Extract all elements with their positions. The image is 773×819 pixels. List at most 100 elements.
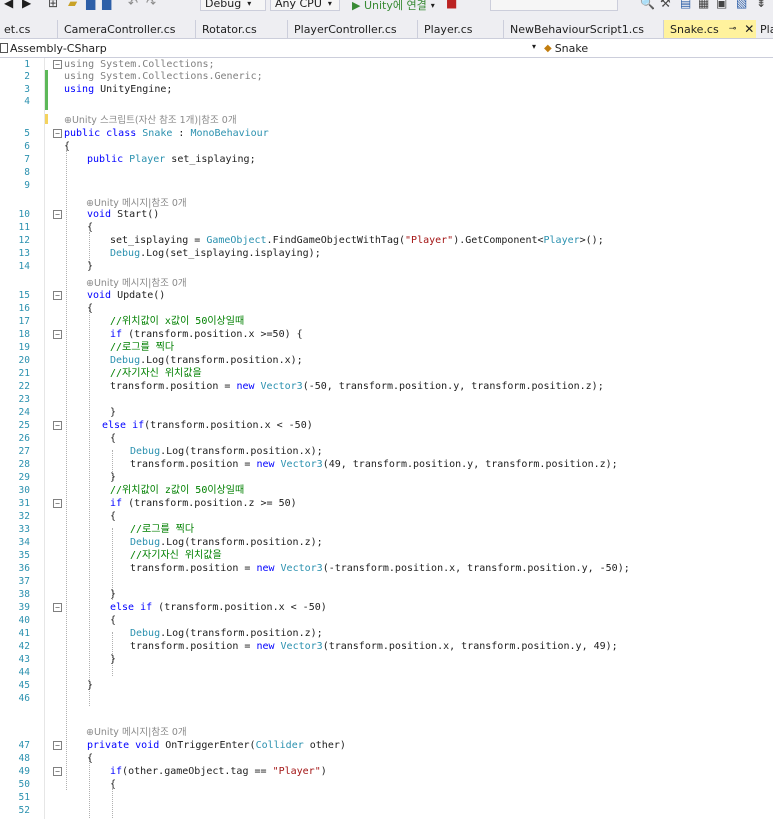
fold-collapse-icon[interactable]: − [53,60,62,69]
codelens-trigger-refs[interactable]: ⊕Unity 메시지|참조 0개 [86,726,187,739]
code-line: 37 [18,576,30,587]
fold-collapse-icon[interactable]: − [53,603,62,612]
configuration-dropdown[interactable]: Debug ▾ [200,0,266,11]
code-line: 2 using System.Collections.Generic; [24,71,263,82]
code-line: 10− void Start() [18,209,160,220]
code-line: 41 Debug.Log(transform.position.z); [18,628,323,639]
comment-icon[interactable]: ▧ [736,0,747,10]
code-text: UnityEngine; [100,84,173,95]
more-icon[interactable]: ⇟ [756,0,766,10]
code-line: 34 Debug.Log(transform.position.z); [18,537,323,548]
class-dropdown[interactable]: ◆ Snake [544,39,588,57]
code-line: 24} [18,407,117,418]
tab-snake-cs[interactable]: Snake.cs ⊸ ✕ [664,20,756,38]
forward-icon[interactable]: ▶ [22,0,31,10]
code-line: 11{ [18,222,94,233]
bookmark-icon[interactable]: ▤ [680,0,691,10]
fold-collapse-icon[interactable]: − [53,330,62,339]
code-line: 30//위치값이 z값이 50이상일때 [18,485,245,496]
code-line: 35//자기자신 위치값을 [18,550,222,561]
undo-icon[interactable]: ↶ [128,0,138,10]
code-line: 47− private void OnTriggerEnter(Collider … [18,740,346,751]
code-line: 38} [18,589,117,600]
redo-icon[interactable]: ↷ [146,0,156,10]
platform-dropdown[interactable]: Any CPU ▾ [270,0,340,11]
fold-collapse-icon[interactable]: − [53,129,62,138]
code-line: 16{ [18,303,94,314]
code-line: 26{ [18,433,117,444]
fold-collapse-icon[interactable]: − [53,767,62,776]
code-line: 33//로그를 찍다 [18,524,195,535]
project-dropdown[interactable]: Assembly-CSharp [0,39,107,57]
breakpoint-icon[interactable]: ■ [446,0,457,10]
close-icon[interactable]: ✕ [744,22,754,36]
code-line: 4 [24,96,30,107]
code-line: 43} [18,654,117,665]
code-line: 29} [18,472,117,483]
code-line: 50{ [18,779,117,790]
code-line: 39− else if (transform.position.x < -50) [18,602,327,613]
fold-collapse-icon[interactable]: − [53,421,62,430]
new-item-icon[interactable]: ⊞ [48,0,58,10]
code-line: 28 transform.position = new Vector3(49, t… [18,459,618,470]
save-icon[interactable]: ▆ [86,0,95,10]
open-folder-icon[interactable]: ▰ [68,0,77,10]
code-line: 23 [18,394,30,405]
chevron-down-icon: ▾ [247,0,252,8]
tab-rotator-cs[interactable]: Rotator.cs [196,20,288,38]
code-line: 31− if (transform.position.z >= 50) [18,498,297,509]
back-icon[interactable]: ◀ [4,0,13,10]
code-line: 40{ [18,615,117,626]
class-icon: ◆ [544,42,552,54]
chevron-down-icon: ▾ [327,0,332,8]
tool-icon[interactable]: ⚒ [660,0,671,10]
code-line: 36 transform.position = new Vector3(-tran… [18,563,630,574]
tab-newbehaviourscript1-cs[interactable]: NewBehaviourScript1.cs [504,20,664,38]
code-line: 20 Debug.Log(transform.position.x); [18,355,303,366]
code-line: 25− else if(transform.position.x < -50) [18,420,313,431]
fold-collapse-icon[interactable]: − [53,499,62,508]
tab-et-cs[interactable]: et.cs [0,20,58,38]
code-line: 49− if(other.gameObject.tag == "Player") [18,766,327,777]
save-all-icon[interactable]: ▆ [102,0,111,10]
code-line: 9 [24,180,30,191]
code-line: 17//위치값이 x값이 50이상일때 [18,316,245,327]
code-line: 5− public class Snake : MonoBehaviour [24,128,269,139]
code-line: 14} [18,261,94,272]
fold-collapse-icon[interactable]: − [53,741,62,750]
codelens-class-refs[interactable]: ⊕Unity 스크립트(자산 참조 1개)|참조 0개 [64,114,237,127]
navigation-bar: Assembly-CSharp ▾ ◆ Snake [0,38,773,58]
code-line: 8 [24,167,30,178]
code-line: 51 [18,792,30,803]
code-line: 18− if (transform.position.x >=50) { [18,329,303,340]
chevron-down-icon[interactable]: ▾ [532,42,536,51]
code-line: 22 transform.position = new Vector3(-50, … [18,381,604,392]
layout-icon[interactable]: ▦ [698,0,709,10]
tab-play[interactable]: Play [756,20,773,38]
code-line: 45} [18,680,94,691]
main-toolbar: ◀ ▶ ⊞ ▰ ▆ ▆ ↶ ↷ Debug ▾ Any CPU ▾ ▶ Unity에… [0,0,773,18]
fold-collapse-icon[interactable]: − [53,210,62,219]
keyword: using [64,84,95,95]
find-icon[interactable]: 🔍 [640,0,655,10]
chevron-down-icon: ▾ [430,0,435,10]
fold-collapse-icon[interactable]: − [53,291,62,300]
code-line: 32{ [18,511,117,522]
tab-cameracontroller-cs[interactable]: CameraController.cs [58,20,196,38]
code-line: 15− void Update() [18,290,166,301]
code-line: 52 [18,805,30,816]
code-editor[interactable]: ⊕Unity 스크립트(자산 참조 1개)|참조 0개 ⊕Unity 메시지|참… [0,58,773,819]
tab-player-cs[interactable]: Player.cs [418,20,504,38]
code-line: 46 [18,693,30,704]
project-icon [0,43,8,53]
pin-icon[interactable]: ⊸ [729,24,737,34]
run-button[interactable]: ▶ Unity에 연결 ▾ [352,0,435,14]
code-line: 27 Debug.Log(transform.position.x); [18,446,323,457]
window-icon[interactable]: ▣ [716,0,727,10]
change-marker [45,114,48,124]
tab-playercontroller-cs[interactable]: PlayerController.cs [288,20,418,38]
code-line: 7 public Player set_isplaying; [24,154,256,165]
code-line: 21//자기자신 위치값을 [18,368,202,379]
code-line: 12 set_isplaying = GameObject.FindGameObj… [18,235,604,246]
search-box[interactable] [490,0,618,11]
